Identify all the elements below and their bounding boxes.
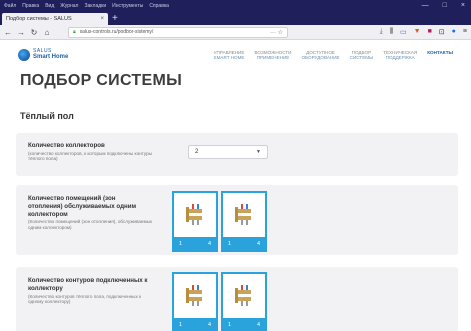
navigation-bar: ← → ↻ ⌂ 🔒︎ salus-controls.ru/podbor-sist… [0,25,471,40]
nav-support[interactable]: Техническая Поддержка [383,50,417,61]
option-card[interactable]: 1 4 [221,191,267,252]
menu-view[interactable]: Вид [45,3,54,9]
nav-contacts[interactable]: Контакты [427,50,453,61]
collector-image-icon [174,274,216,318]
brand-tagline: Smart Home [33,54,69,61]
url-text: salus-controls.ru/podbor-sistemy/ [79,29,154,35]
nav-smart-home[interactable]: Управление Smart Home [214,50,245,61]
lock-icon: 🔒︎ [73,29,76,35]
window-title-bar: Файл Правка Вид Журнал Закладки Инструме… [0,0,471,11]
menu-help[interactable]: Справка [149,3,169,9]
address-bar[interactable]: 🔒︎ salus-controls.ru/podbor-sistemy/ ···… [68,26,288,38]
chevron-down-icon: ▼ [256,149,261,155]
reload-icon[interactable]: ↻ [30,28,38,37]
sidebar-icon[interactable]: ▭ [400,28,407,36]
tab-strip: Подбор системы - SALUS × + [0,11,471,25]
pocket-icon[interactable]: ▼ [414,28,421,36]
account-icon[interactable]: ● [452,28,456,36]
menu-edit[interactable]: Правка [22,3,39,9]
salus-logo[interactable]: SALUS Smart Home [18,48,69,61]
tab-close-icon[interactable]: × [100,16,104,22]
forward-icon[interactable]: → [17,28,25,37]
hamburger-menu-icon[interactable]: ≡ [463,28,467,36]
maximize-button[interactable]: □ [443,2,447,9]
question-label: Количество контуров подключенных к колле… [28,277,148,292]
nav-equipment[interactable]: Доступное Оборудование [301,50,339,61]
question-card-collectors: Количество коллекторов (количество колле… [16,133,458,176]
question-hint: (количество коллекторов, к которым подкл… [28,150,152,162]
menu-tools[interactable]: Инструменты [112,3,143,9]
option-range: 1 4 [174,318,216,331]
close-window-button[interactable]: × [461,2,465,9]
option-range: 1 4 [223,318,265,331]
library-icon[interactable]: ⫼ [390,28,393,36]
collector-image-icon [223,193,265,237]
page-actions[interactable]: ··· ☆ [270,29,283,36]
menu-file[interactable]: Файл [4,3,16,9]
browser-tab[interactable]: Подбор системы - SALUS × [2,13,108,25]
option-card[interactable]: 1 4 [221,272,267,331]
option-range: 1 4 [223,237,265,250]
section-title: Тёплый пол [20,111,74,121]
question-label: Количество коллекторов [28,142,105,149]
toolbar-icons: ⤓ ⫼ ▭ ▼ ■ ⊡ ● ≡ [380,28,467,36]
question-card-rooms: Количество помещений (зон отопления) обс… [16,185,458,255]
select-value: 2 [195,149,199,155]
option-card[interactable]: 1 4 [172,191,218,252]
option-range: 1 4 [174,237,216,250]
minimize-button[interactable]: — [422,2,429,9]
window-controls: — □ × [422,2,471,9]
tab-title: Подбор системы - SALUS [6,16,72,22]
option-card[interactable]: 1 4 [172,272,218,331]
question-label: Количество помещений (зон отопления) обс… [28,195,137,218]
logo-mark-icon [18,49,30,61]
browser-menu: Файл Правка Вид Журнал Закладки Инструме… [0,3,169,9]
extension-icon[interactable]: ■ [428,28,432,36]
nav-application[interactable]: Возможности Применение [255,50,292,61]
page-title: ПОДБОР СИСТЕМЫ [20,72,183,89]
collectors-select[interactable]: 2 ▼ [188,145,268,159]
question-card-circuits: Количество контуров подключенных к колле… [16,267,458,331]
new-tab-button[interactable]: + [108,13,118,25]
collector-image-icon [174,193,216,237]
home-icon[interactable]: ⌂ [43,28,51,37]
screenshot-icon[interactable]: ⊡ [439,28,445,36]
question-hint: (Количество контуров тёплого пола, подкл… [28,293,142,305]
menu-bookmarks[interactable]: Закладки [84,3,106,9]
question-hint: (Количество помещений (зон отопления), о… [28,219,153,230]
site-header: SALUS Smart Home Управление Smart Home В… [0,40,471,70]
downloads-icon[interactable]: ⤓ [380,28,383,36]
back-icon[interactable]: ← [4,28,12,37]
collector-image-icon [223,274,265,318]
nav-system-selection[interactable]: Подбор Системы [350,50,374,61]
site-nav: Управление Smart Home Возможности Примен… [214,50,453,61]
menu-history[interactable]: Журнал [60,3,78,9]
